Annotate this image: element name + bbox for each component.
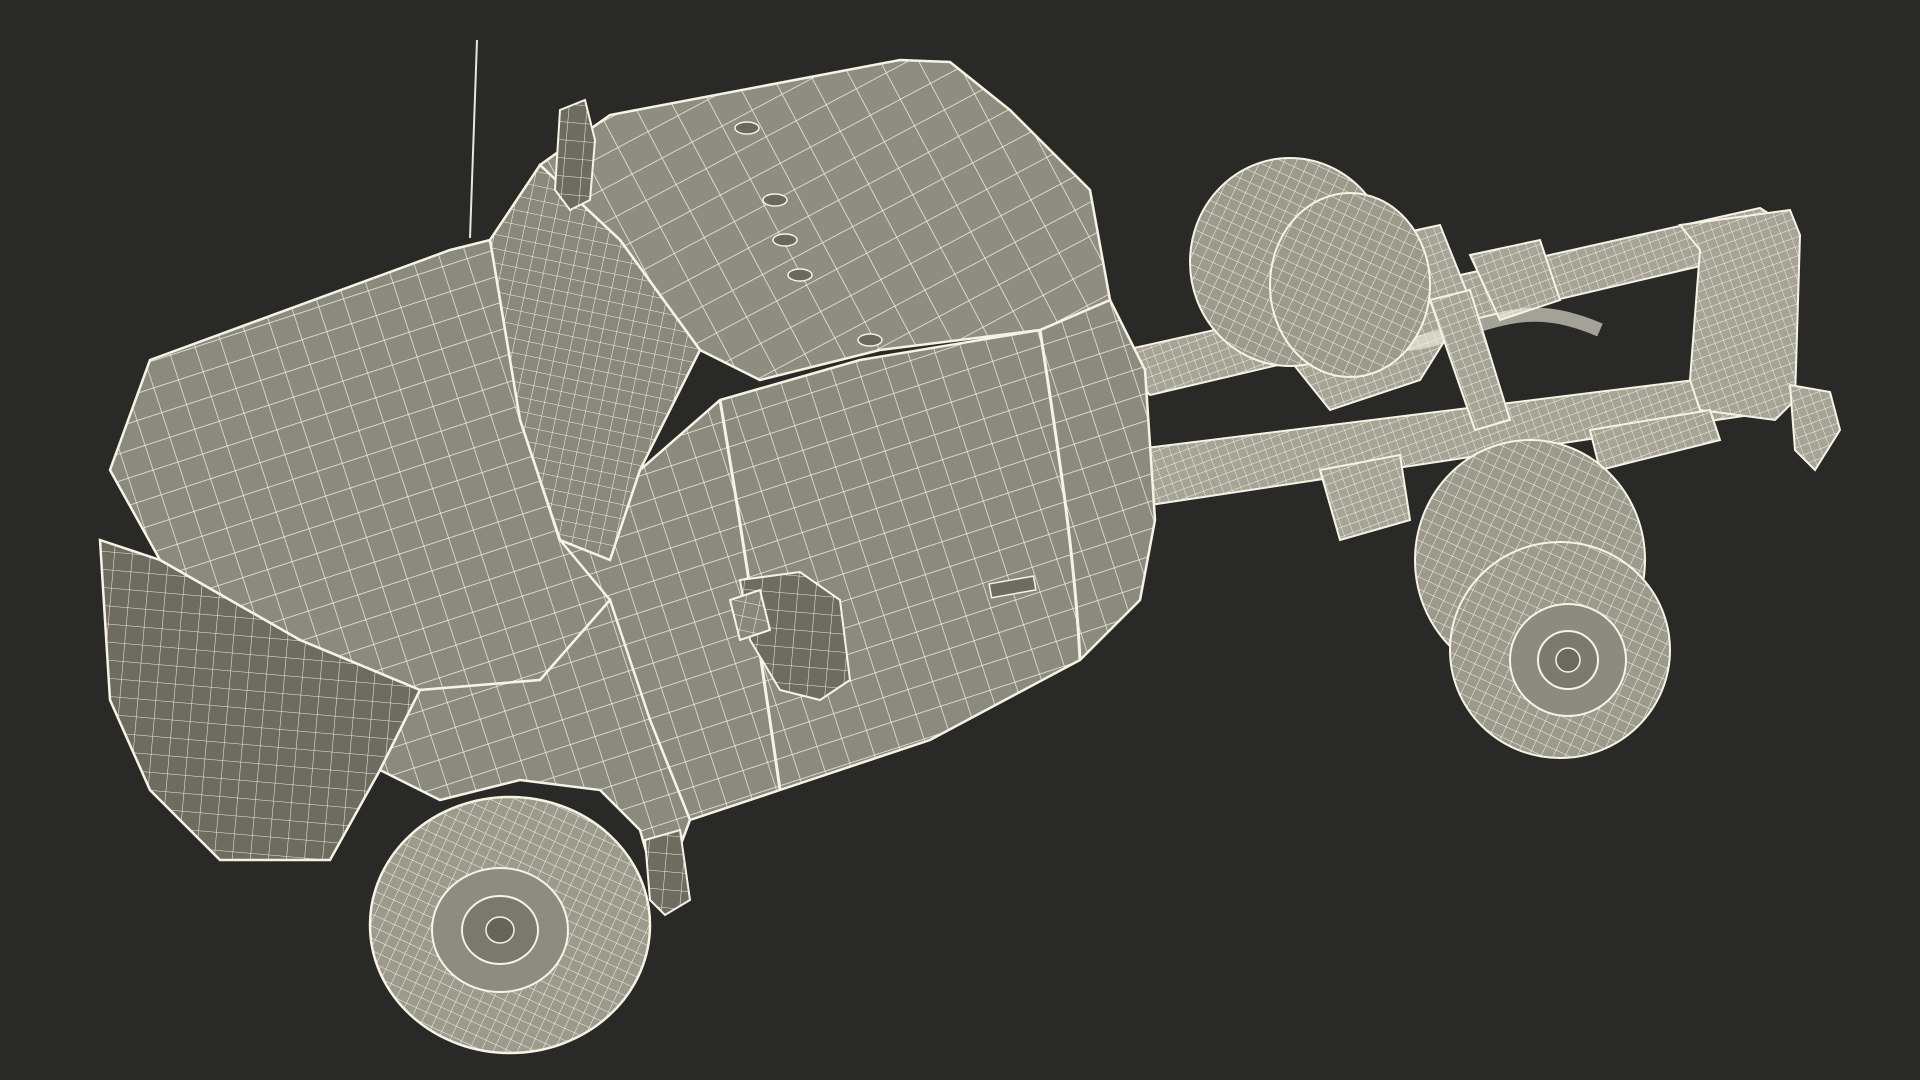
wireframe-scene bbox=[98, 39, 1842, 1055]
mud-flap bbox=[643, 828, 692, 917]
left-side-mirror bbox=[553, 98, 597, 212]
cab-body bbox=[98, 58, 1157, 904]
front-wheel-hub bbox=[431, 867, 569, 993]
render-viewport bbox=[0, 0, 1920, 1080]
front-tire bbox=[368, 795, 652, 1055]
rear-wheel-hub bbox=[1509, 603, 1627, 717]
antenna bbox=[469, 39, 478, 239]
rear-right-tire bbox=[1414, 439, 1671, 759]
